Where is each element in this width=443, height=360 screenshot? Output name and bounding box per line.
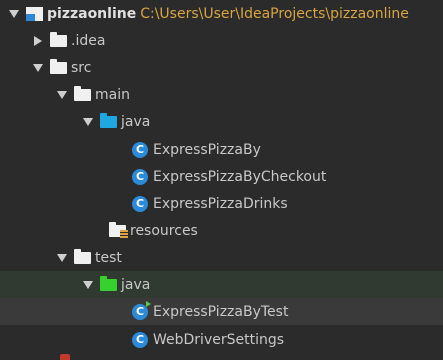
class-label: ExpressPizzaDrinks	[153, 195, 288, 212]
folder-label-test: test	[95, 249, 122, 266]
resources-folder-icon	[107, 221, 128, 238]
tree-node-class[interactable]: C ExpressPizzaByCheckout	[0, 163, 443, 190]
class-label: ExpressPizzaByCheckout	[153, 168, 327, 185]
folder-label-resources: resources	[130, 222, 198, 239]
partially-visible-node-icon	[60, 354, 70, 360]
folder-label-main: main	[95, 86, 130, 103]
tree-node-class[interactable]: C ExpressPizzaDrinks	[0, 190, 443, 217]
class-icon: C	[130, 168, 150, 185]
tree-node-test-class[interactable]: C ExpressPizzaByTest	[0, 298, 443, 325]
tree-node-main-java[interactable]: java	[0, 108, 443, 135]
expand-arrow-down-icon[interactable]	[52, 253, 72, 262]
tree-node-idea[interactable]: .idea	[0, 27, 443, 54]
project-tree: pizzaonline C:\Users\User\IdeaProjects\p…	[0, 0, 443, 360]
test-source-folder-icon	[98, 275, 118, 291]
expand-arrow-down-icon[interactable]	[52, 90, 72, 99]
folder-label-java: java	[121, 276, 151, 293]
folder-icon	[48, 58, 68, 74]
folder-label-java: java	[121, 113, 151, 130]
class-icon: C	[130, 141, 150, 158]
folder-label-src: src	[71, 59, 92, 76]
tree-node-class[interactable]: C ExpressPizzaBy	[0, 136, 443, 163]
folder-icon	[72, 248, 92, 264]
class-icon: C	[130, 331, 150, 348]
folder-icon	[72, 85, 92, 101]
expand-arrow-down-icon[interactable]	[28, 63, 48, 72]
folder-icon	[48, 31, 68, 47]
expand-arrow-down-icon[interactable]	[78, 117, 98, 126]
test-class-icon: C	[130, 300, 151, 320]
expand-arrow-down-icon[interactable]	[4, 9, 24, 18]
class-label: ExpressPizzaByTest	[153, 303, 289, 320]
tree-node-src[interactable]: src	[0, 54, 443, 81]
class-icon: C	[130, 195, 150, 212]
class-label: WebDriverSettings	[153, 331, 285, 348]
tree-node-main[interactable]: main	[0, 81, 443, 108]
tree-node-project-root[interactable]: pizzaonline C:\Users\User\IdeaProjects\p…	[0, 0, 443, 27]
tree-node-class[interactable]: C WebDriverSettings	[0, 326, 443, 353]
project-path: C:\Users\User\IdeaProjects\pizzaonline	[140, 5, 409, 22]
tree-node-test-java[interactable]: java	[0, 271, 443, 298]
tree-node-test[interactable]: test	[0, 244, 443, 271]
expand-arrow-down-icon[interactable]	[78, 280, 98, 289]
folder-label-idea: .idea	[71, 32, 106, 49]
tree-node-resources[interactable]: resources	[0, 217, 443, 244]
expand-arrow-right-icon[interactable]	[28, 35, 48, 46]
class-label: ExpressPizzaBy	[153, 141, 261, 158]
project-name: pizzaonline	[47, 5, 137, 22]
source-folder-icon	[98, 112, 118, 128]
module-icon	[24, 6, 44, 21]
